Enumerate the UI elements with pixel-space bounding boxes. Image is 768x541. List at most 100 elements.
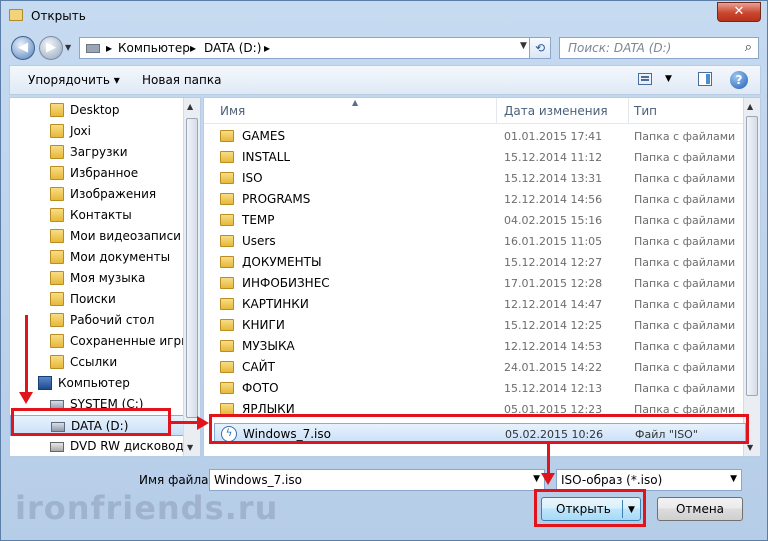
folder-icon [50, 229, 64, 243]
navigation-tree: Desktop Joxi Загрузки Избранное Изображения К… [9, 97, 201, 457]
scroll-down-icon[interactable]: ▼ [747, 443, 753, 452]
column-separator[interactable] [496, 98, 497, 124]
search-icon[interactable]: ⌕ [745, 40, 752, 55]
cell-type: Файл "ISO" [635, 428, 698, 441]
folder-icon [50, 166, 64, 180]
preview-pane-icon[interactable] [698, 72, 712, 86]
cell-name: GAMES [242, 129, 286, 143]
cell-name: ФОТО [242, 381, 279, 395]
table-row[interactable]: TEMP 04.02.2015 15:16 Папка с файлами [214, 210, 746, 231]
open-button[interactable]: Открыть ▼ [541, 497, 641, 521]
cell-type: Папка с файлами [634, 403, 736, 416]
cell-name: INSTALL [242, 150, 291, 164]
table-row[interactable]: Users 16.01.2015 11:05 Папка с файлами [214, 231, 746, 252]
search-input[interactable]: Поиск: DATA (D:) ⌕ [559, 37, 759, 59]
column-separator[interactable] [628, 98, 629, 124]
history-dropdown-icon[interactable]: ▼ [65, 43, 71, 52]
tree-item[interactable]: Сохраненные игры [10, 331, 191, 352]
breadcrumb-computer[interactable]: Компьютер [118, 41, 190, 55]
table-row[interactable]: INSTALL 15.12.2014 11:12 Папка с файлами [214, 147, 746, 168]
table-row[interactable]: САЙТ 24.01.2015 14:22 Папка с файлами [214, 357, 746, 378]
cell-date: 16.01.2015 11:05 [504, 235, 603, 248]
tree-item[interactable]: DATA (D:) [10, 415, 185, 436]
tree-item-label: Мои документы [70, 250, 171, 264]
cancel-button[interactable]: Отмена [657, 497, 743, 521]
tree-item[interactable]: Мои видеозаписи [10, 226, 185, 247]
breadcrumb-separator[interactable]: ▸ [190, 41, 196, 55]
tree-item[interactable]: Ссылки [10, 352, 185, 373]
filetype-value[interactable]: ISO-образ (*.iso) [561, 473, 662, 487]
table-row[interactable]: ЯРЛЫКИ 05.01.2015 12:23 Папка с файлами [214, 399, 746, 420]
filename-value[interactable]: Windows_7.iso [214, 473, 302, 487]
view-dropdown-icon[interactable]: ▼ [665, 74, 672, 84]
open-dropdown-icon[interactable]: ▼ [628, 499, 635, 521]
table-row[interactable]: ISO 15.12.2014 13:31 Папка с файлами [214, 168, 746, 189]
filetype-select[interactable]: ISO-образ (*.iso) ▼ [556, 469, 742, 491]
new-folder-button[interactable]: Новая папка [142, 73, 221, 87]
cell-name: Users [242, 234, 276, 248]
column-name[interactable]: Имя [220, 104, 245, 118]
chevron-down-icon[interactable]: ▼ [533, 474, 540, 484]
tree-item[interactable]: Изображения [10, 184, 185, 205]
column-date[interactable]: Дата изменения [504, 104, 608, 118]
breadcrumb-drive[interactable]: DATA (D:) [204, 41, 261, 55]
filename-input[interactable]: Windows_7.iso ▼ [209, 469, 545, 491]
tree-item[interactable]: Избранное [10, 163, 185, 184]
scroll-up-icon[interactable]: ▲ [187, 102, 193, 111]
back-button[interactable]: ◀ [11, 36, 35, 60]
dialog-footer: ironfriends.ru Имя файла: Windows_7.iso … [1, 459, 767, 541]
help-button[interactable]: ? [730, 71, 748, 89]
annotation-arrow-line [171, 421, 197, 424]
tree-item[interactable]: DVD RW дисковод (E: [10, 436, 200, 456]
scroll-thumb[interactable] [746, 116, 758, 396]
scroll-up-icon[interactable]: ▲ [747, 102, 753, 111]
breadcrumb-separator[interactable]: ▸ [264, 41, 270, 55]
tree-item[interactable]: Поиски [10, 289, 185, 310]
scroll-thumb[interactable] [186, 118, 198, 418]
file-list: ▲ Имя Дата изменения Тип ▲ ▼ GAMES 01.01.… [203, 97, 761, 457]
tree-item-label: SYSTEM (C:) [70, 397, 144, 411]
tree-item[interactable]: Компьютер [10, 373, 185, 394]
open-dialog: Открыть ✕ ◀ ▶ ▼ ▸ Компьютер ▸ DATA (D:) … [0, 0, 768, 541]
tree-item-label: Рабочий стол [70, 313, 155, 327]
view-icon[interactable] [638, 73, 652, 85]
refresh-button[interactable]: ⟲ [529, 37, 551, 59]
chevron-down-icon[interactable]: ▼ [730, 474, 737, 484]
table-row[interactable]: КНИГИ 15.12.2014 12:25 Папка с файлами [214, 315, 746, 336]
table-row[interactable]: МУЗЫКА 12.12.2014 14:53 Папка с файлами [214, 336, 746, 357]
folder-icon [50, 124, 64, 138]
tree-item[interactable]: Загрузки [10, 142, 185, 163]
organize-button[interactable]: Упорядочить ▾ [28, 73, 120, 87]
tree-item-label: Поиски [70, 292, 116, 306]
cell-date: 12.12.2014 14:56 [504, 193, 603, 206]
tree-item[interactable]: Desktop [10, 100, 185, 121]
cell-date: 15.12.2014 12:13 [504, 382, 603, 395]
table-row[interactable]: PROGRAMS 12.12.2014 14:56 Папка с файлами [214, 189, 746, 210]
scroll-down-icon[interactable]: ▼ [187, 443, 193, 452]
breadcrumb-separator[interactable]: ▸ [106, 41, 112, 55]
forward-button[interactable]: ▶ [39, 36, 63, 60]
folder-icon [220, 130, 234, 142]
table-row[interactable]: ИНФОБИЗНЕС 17.01.2015 12:28 Папка с файлам… [214, 273, 746, 294]
table-row[interactable]: GAMES 01.01.2015 17:41 Папка с файлами [214, 126, 746, 147]
tree-scrollbar[interactable]: ▲ ▼ [183, 98, 200, 456]
computer-icon [38, 376, 52, 390]
tree-item-label: Изображения [70, 187, 157, 201]
chevron-down-icon[interactable]: ▼ [520, 41, 527, 51]
folder-icon [220, 172, 234, 184]
tree-item[interactable]: Мои документы [10, 247, 185, 268]
table-row[interactable]: ϟ Windows_7.iso 05.02.2015 10:26 Файл "ISO" [214, 423, 746, 444]
folder-icon [50, 292, 64, 306]
tree-item[interactable]: Joxi [10, 121, 185, 142]
table-row[interactable]: ФОТО 15.12.2014 12:13 Папка с файлами [214, 378, 746, 399]
tree-item[interactable]: Рабочий стол [10, 310, 185, 331]
table-row[interactable]: ДОКУМЕНТЫ 15.12.2014 12:27 Папка с файлами [214, 252, 746, 273]
close-button[interactable]: ✕ [717, 2, 761, 22]
cell-name: ИНФОБИЗНЕС [242, 276, 330, 290]
address-bar[interactable]: ▸ Компьютер ▸ DATA (D:) ▸ ▼ [79, 37, 551, 59]
column-type[interactable]: Тип [634, 104, 657, 118]
tree-item[interactable]: Моя музыка [10, 268, 185, 289]
table-row[interactable]: КАРТИНКИ 12.12.2014 14:47 Папка с файлами [214, 294, 746, 315]
tree-item[interactable]: Контакты [10, 205, 185, 226]
tree-item[interactable]: SYSTEM (C:) [10, 394, 185, 415]
